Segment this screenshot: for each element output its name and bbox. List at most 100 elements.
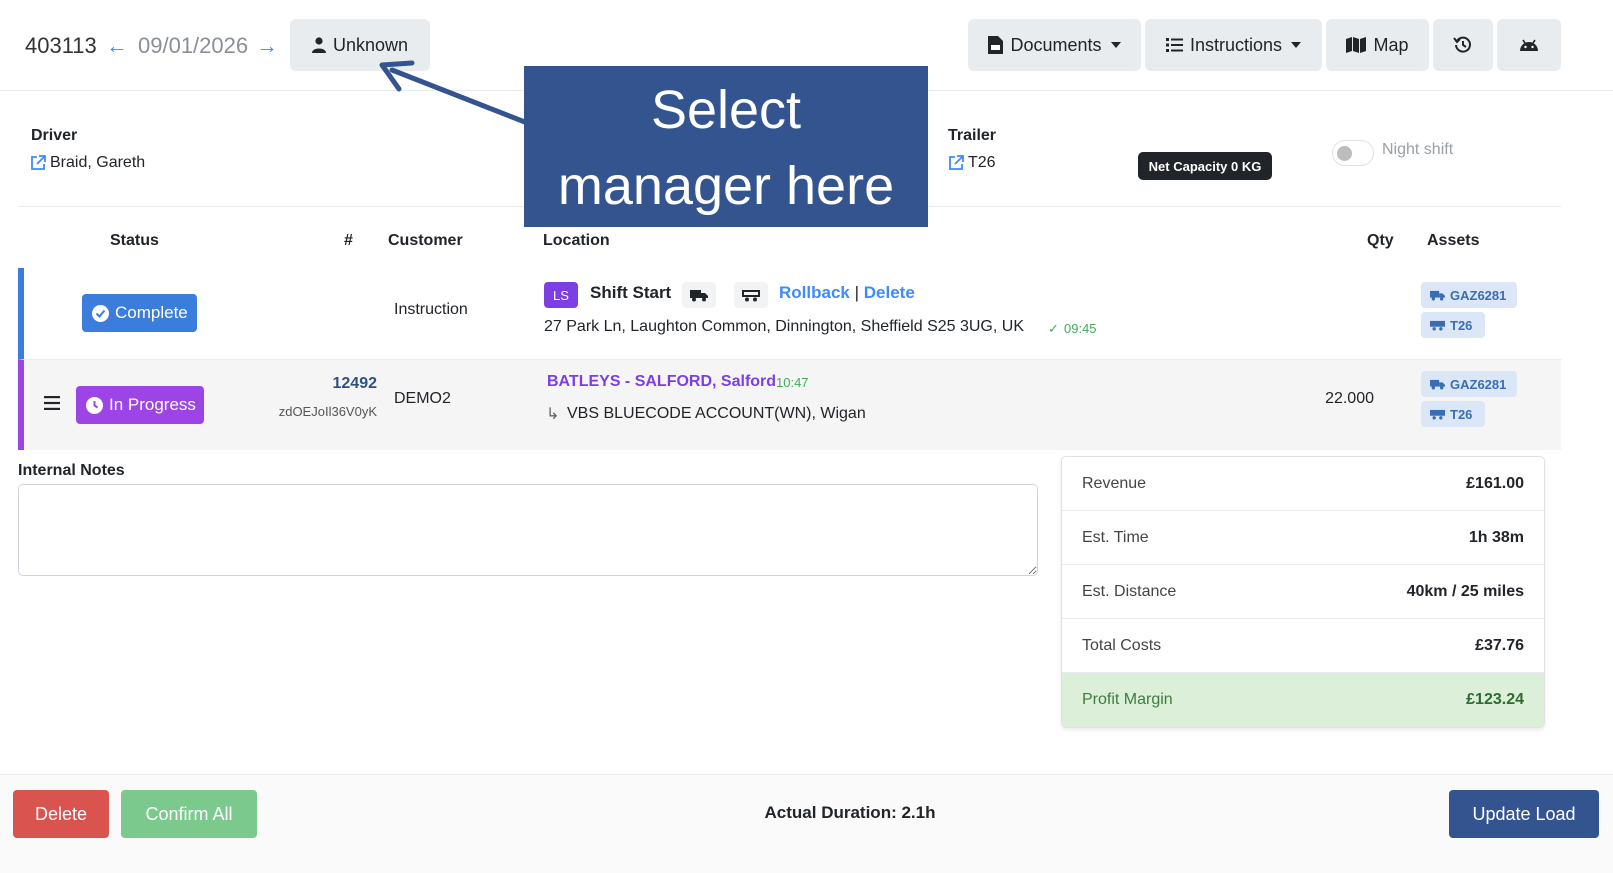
col-header-status: Status xyxy=(110,232,159,249)
summary-key: Total Costs xyxy=(1082,636,1162,654)
financial-summary: Revenue £161.00 Est. Time 1h 38m Est. Dist… xyxy=(1061,456,1545,728)
row-address: 27 Park Ln, Laughton Common, Dinnington,… xyxy=(544,318,1024,335)
ls-tag: LS xyxy=(544,282,578,308)
job-reference: zdOEJoIl36V0yK xyxy=(278,404,377,419)
status-badge-in-progress[interactable]: In Progress xyxy=(76,386,204,424)
row-actions: Rollback | Delete xyxy=(779,283,915,303)
delete-link[interactable]: Delete xyxy=(864,283,915,302)
annotation-callout: Select manager here xyxy=(524,66,928,227)
asset-label: T26 xyxy=(1450,317,1473,333)
summary-value: £123.24 xyxy=(1466,691,1524,708)
rollback-link[interactable]: Rollback xyxy=(779,283,850,302)
col-header-number: # xyxy=(344,232,353,249)
instructions-label: Instructions xyxy=(1189,34,1283,55)
check-circle-icon xyxy=(92,304,109,322)
truck-icon xyxy=(1430,290,1445,300)
callout-line-1: Select xyxy=(650,80,802,140)
row-time: 09:45 xyxy=(1064,321,1097,336)
job-number-link[interactable]: 12492 xyxy=(314,375,378,393)
trailer-icon xyxy=(1430,409,1445,419)
map-button[interactable]: Map xyxy=(1326,19,1429,71)
asset-trailer-badge[interactable]: T26 xyxy=(1421,312,1485,338)
map-icon xyxy=(1346,37,1367,53)
internal-notes-textarea[interactable] xyxy=(18,484,1038,576)
external-link-icon xyxy=(949,155,964,170)
trailer-name: T26 xyxy=(968,154,996,171)
col-header-location: Location xyxy=(543,232,610,249)
load-date[interactable]: 09/01/2026 xyxy=(138,33,248,59)
manager-select-button[interactable]: Unknown xyxy=(290,19,430,71)
documents-dropdown[interactable]: Documents xyxy=(968,19,1141,71)
summary-value: 1h 38m xyxy=(1468,528,1524,546)
night-shift-label: Night shift xyxy=(1382,141,1454,158)
action-divider: | xyxy=(854,283,860,302)
footer-bar: Delete Confirm All Actual Duration: 2.1h… xyxy=(0,774,1613,873)
prev-date-arrow[interactable]: ← xyxy=(106,33,128,59)
toggle-knob xyxy=(1337,146,1352,161)
col-header-customer: Customer xyxy=(388,232,463,249)
next-date-arrow[interactable]: → xyxy=(256,33,278,59)
android-icon xyxy=(1520,39,1538,51)
truck-icon[interactable] xyxy=(682,282,716,308)
driver-link[interactable]: Braid, Gareth xyxy=(30,154,145,172)
trailer-icon[interactable] xyxy=(734,282,768,308)
sub-location-arrow-icon: ↳ xyxy=(546,406,560,423)
row-title: Shift Start xyxy=(590,283,672,302)
summary-key: Est. Distance xyxy=(1082,582,1177,600)
row-customer: Instruction xyxy=(394,301,468,318)
summary-value: £37.76 xyxy=(1475,636,1524,654)
history-button[interactable] xyxy=(1433,19,1493,71)
location-link[interactable]: BATLEYS - SALFORD, Salford xyxy=(547,373,776,391)
confirm-all-button[interactable]: Confirm All xyxy=(121,790,257,838)
col-header-qty: Qty xyxy=(1367,232,1394,249)
chevron-down-icon xyxy=(1291,42,1302,48)
check-icon: ✓ xyxy=(1048,321,1059,336)
driver-label: Driver xyxy=(31,127,78,144)
update-load-button[interactable]: Update Load xyxy=(1449,790,1599,838)
row-time: 10:47 xyxy=(776,375,809,390)
truck-icon xyxy=(1430,379,1445,389)
summary-value: £161.00 xyxy=(1466,474,1524,492)
asset-truck-badge[interactable]: GAZ6281 xyxy=(1421,282,1517,308)
delete-button[interactable]: Delete xyxy=(13,790,109,838)
col-header-assets: Assets xyxy=(1427,232,1480,249)
status-label: Complete xyxy=(115,303,188,322)
summary-key: Est. Time xyxy=(1082,528,1149,546)
history-icon xyxy=(1453,36,1471,53)
summary-row-est-time: Est. Time 1h 38m xyxy=(1062,511,1544,565)
manager-label: Unknown xyxy=(332,34,409,55)
chevron-down-icon xyxy=(1110,42,1121,48)
documents-label: Documents xyxy=(1010,34,1102,55)
asset-truck-badge[interactable]: GAZ6281 xyxy=(1421,371,1517,397)
asset-label: GAZ6281 xyxy=(1450,287,1507,303)
table-row: Complete Instruction LS Shift Start Roll… xyxy=(18,268,1561,360)
instructions-dropdown[interactable]: Instructions xyxy=(1145,19,1322,71)
summary-row-profit-margin: Profit Margin £123.24 xyxy=(1062,673,1544,727)
summary-value: 40km / 25 miles xyxy=(1406,582,1524,600)
asset-trailer-badge[interactable]: T26 xyxy=(1421,401,1485,427)
asset-label: T26 xyxy=(1450,406,1473,422)
callout-line-2: manager here xyxy=(557,156,895,216)
pdf-file-icon xyxy=(988,36,1004,54)
summary-row-est-distance: Est. Distance 40km / 25 miles xyxy=(1062,565,1544,619)
status-badge-complete[interactable]: Complete xyxy=(82,294,197,332)
row-customer: DEMO2 xyxy=(394,390,451,407)
status-label: In Progress xyxy=(109,395,196,414)
user-icon xyxy=(311,37,326,53)
external-link-icon xyxy=(31,155,46,170)
summary-key: Profit Margin xyxy=(1082,691,1173,708)
row-qty: 22.000 xyxy=(1325,390,1374,407)
trailer-label: Trailer xyxy=(948,127,997,144)
android-button[interactable] xyxy=(1497,19,1561,71)
actual-duration: Actual Duration: 2.1h xyxy=(764,803,936,822)
asset-label: GAZ6281 xyxy=(1450,376,1507,392)
trailer-link[interactable]: T26 xyxy=(948,154,996,172)
summary-row-revenue: Revenue £161.00 xyxy=(1062,457,1544,511)
list-icon xyxy=(1165,38,1183,52)
sub-location: VBS BLUECODE ACCOUNT(WN), Wigan xyxy=(567,405,866,422)
summary-key: Revenue xyxy=(1082,474,1147,492)
drag-handle-icon[interactable] xyxy=(44,396,60,410)
internal-notes-label: Internal Notes xyxy=(18,462,125,479)
trailer-icon xyxy=(1430,320,1445,330)
night-shift-toggle[interactable] xyxy=(1332,140,1374,166)
